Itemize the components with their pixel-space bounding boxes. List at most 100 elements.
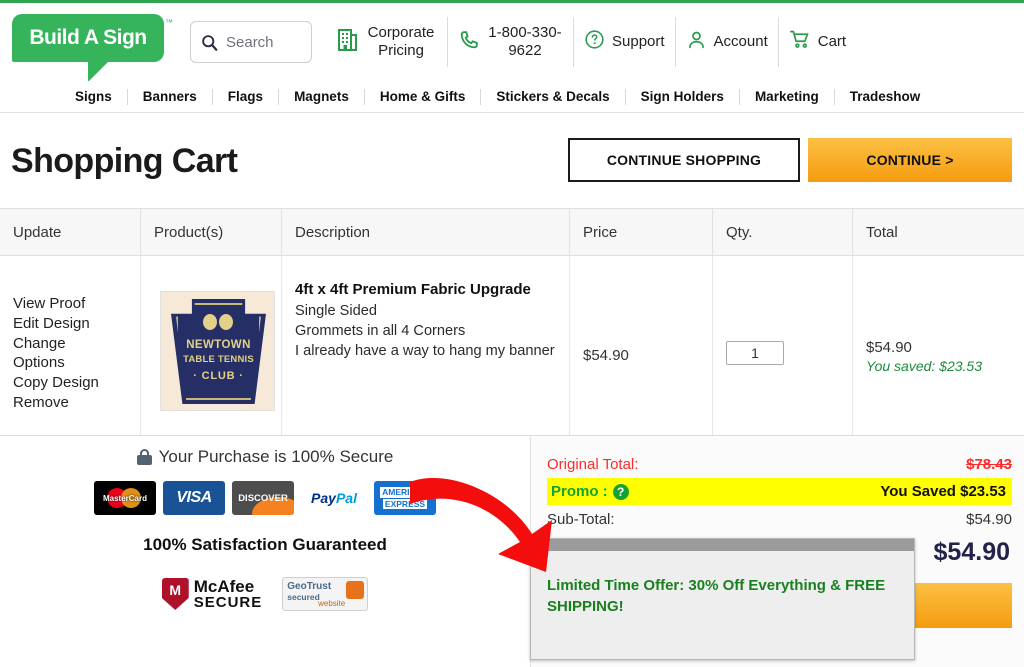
continue-button[interactable]: CONTINUE > [808,138,1012,182]
nav-item-magnets[interactable]: Magnets [279,89,364,104]
account-link[interactable]: Account [676,16,778,68]
amex-line-1: AMERICAN [380,487,430,498]
cart-label: Cart [817,33,847,51]
nav-item-signs[interactable]: Signs [60,89,127,104]
checkout-button[interactable] [909,583,1012,628]
change-link[interactable]: Change [13,334,140,354]
amex-line-2: EXPRESS [382,498,428,509]
promo-tooltip: Limited Time Offer: 30% Off Everything &… [530,538,915,660]
thumb-line-3: · CLUB · [193,370,244,382]
amex-logo: AMERICAN EXPRESS [374,481,436,515]
visa-logo: VISA [163,481,225,515]
column-header-qty: Qty. [713,209,853,255]
options-link[interactable]: Options [13,353,140,373]
update-action-list: View Proof Edit Design Change Options Co… [13,269,140,413]
brand-logo[interactable]: Build A Sign ™ [12,12,173,82]
cart-table: Update Product(s) Description Price Qty.… [0,208,1024,436]
subtotal-value: $54.90 [966,510,1012,528]
trust-panel: Your Purchase is 100% Secure MasterCard … [0,441,530,611]
total-wrap: $54.90 You saved: $23.53 [866,269,1024,374]
thumb-line-1: NEWTOWN [186,339,251,351]
trademark-symbol: ™ [165,18,173,27]
search-icon [201,34,218,51]
qty-wrap [726,269,852,365]
page-header-bar: Shopping Cart CONTINUE SHOPPING CONTINUE… [0,114,1024,208]
geotrust-logo-icon [346,581,365,599]
product-thumbnail[interactable]: NEWTOWN TABLE TENNIS · CLUB · [160,291,275,411]
secure-banner-text: Your Purchase is 100% Secure [158,447,394,466]
tooltip-title-bar [531,539,914,551]
nav-item-sign-holders[interactable]: Sign Holders [626,89,739,104]
question-circle-icon[interactable]: ? [612,483,629,500]
cell-price: $54.90 [570,256,713,435]
page-root: Build A Sign ™ Search Corporate Pricing … [0,0,1024,667]
mastercard-label: MasterCard [102,493,147,503]
subtotal-row: Sub-Total: $54.90 [547,506,1012,532]
mcafee-text: McAfee SECURE [194,578,263,610]
mastercard-logo: MasterCard [94,481,156,515]
edit-design-link[interactable]: Edit Design [13,314,140,334]
cell-qty [713,256,853,435]
qty-input[interactable] [726,341,784,365]
nav-item-flags[interactable]: Flags [213,89,278,104]
logo-tail-shape [88,60,110,82]
logo-text: Build A Sign [29,26,147,49]
nav-item-stickers-and-decals[interactable]: Stickers & Decals [481,89,624,104]
mcafee-line-1: McAfee [193,577,255,596]
payment-methods: MasterCard VISA DISCOVER Pay Pal AMERICAN… [0,481,530,515]
original-total-row: Original Total: $78.43 [547,451,1012,477]
phone-link[interactable]: 1-800-330-9622 [448,16,573,68]
promo-savings-value: You Saved $23.53 [880,483,1006,500]
question-circle-icon [584,29,605,55]
paypal-logo: Pay Pal [301,481,367,515]
geotrust-line-3: website [318,599,346,608]
geotrust-badge: GeoTrust secured website [282,577,369,611]
tooltip-text: Limited Time Offer: 30% Off Everything &… [547,577,886,615]
paypal-part-2: Pal [335,490,357,506]
security-badges: M McAfee SECURE GeoTrust secured website [0,577,530,611]
lock-icon [136,449,152,465]
product-option-1: Single Sided [295,303,377,319]
column-header-price: Price [570,209,713,255]
promo-label: Promo : [551,483,608,500]
view-proof-link[interactable]: View Proof [13,294,140,314]
paypal-part-1: Pay [311,490,336,506]
support-label: Support [612,33,665,51]
cart-link[interactable]: Cart [779,16,856,68]
corporate-pricing-link[interactable]: Corporate Pricing [326,16,447,68]
phone-label: 1-800-330-9622 [488,24,562,59]
search-placeholder: Search [226,33,274,51]
promo-label-wrap: Promo : ? [551,483,629,500]
page-title: Shopping Cart [11,141,238,180]
nav-item-marketing[interactable]: Marketing [740,89,834,104]
product-option-2: Grommets in all 4 Corners [295,323,466,340]
continue-shopping-button[interactable]: CONTINUE SHOPPING [568,138,800,182]
cell-total: $54.90 You saved: $23.53 [853,256,1024,435]
copy-design-link[interactable]: Copy Design [13,373,140,393]
user-icon [686,29,707,55]
cart-table-header: Update Product(s) Description Price Qty.… [0,208,1024,256]
cart-icon [789,29,811,55]
satisfaction-guarantee-text: 100% Satisfaction Guaranteed [143,535,387,554]
account-label: Account [713,33,768,51]
remove-link[interactable]: Remove [13,393,140,413]
search-input[interactable]: Search [190,21,312,63]
column-header-update: Update [0,209,141,255]
price-value: $54.90 [583,347,629,364]
column-header-total: Total [866,223,898,241]
cell-update-actions: View Proof Edit Design Change Options Co… [0,256,141,435]
mcafee-line-2: SECURE [193,594,263,611]
discover-logo: DISCOVER [232,481,294,515]
nav-item-banners[interactable]: Banners [128,89,212,104]
column-header-products: Product(s) [141,209,282,255]
nav-item-home-and-gifts[interactable]: Home & Gifts [365,89,481,104]
nav-item-tradeshow[interactable]: Tradeshow [835,89,936,104]
corporate-pricing-label: Corporate Pricing [367,24,435,59]
product-option-3: I already have a way to hang my banner [295,343,555,360]
cell-product-thumbnail: NEWTOWN TABLE TENNIS · CLUB · [141,256,282,435]
mcafee-shield-icon: M [161,578,189,610]
original-total-label: Original Total: [547,455,639,473]
subtotal-label: Sub-Total: [547,510,615,528]
tooltip-body: Limited Time Offer: 30% Off Everything &… [531,551,914,617]
support-link[interactable]: Support [574,16,675,68]
